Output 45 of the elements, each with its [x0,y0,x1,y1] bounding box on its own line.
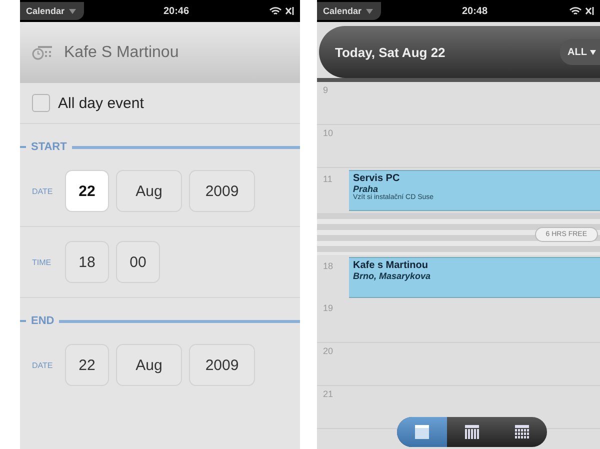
hour-label: 10 [323,128,334,140]
event-location: Brno, Masarykova [353,271,432,281]
hour-label: 21 [323,389,334,401]
event-title: Servis PC [353,173,401,184]
month-view-icon [514,424,530,440]
caret-icon [590,50,596,54]
no-signal-icon [585,6,594,16]
event-title-field[interactable]: Kafe S Martinou [64,44,179,62]
clock: 20:46 [163,6,190,16]
picker-field[interactable]: Aug [116,344,182,386]
picker-field[interactable]: 22 [65,170,109,212]
date-title: Today, Sat Aug 22 [335,44,446,60]
section-label: END [31,315,54,327]
event-location: Praha [353,184,378,194]
checkbox[interactable] [32,94,50,112]
hour-label: 9 [323,85,330,97]
picker-field[interactable]: Aug [116,170,182,212]
week-view-icon [464,424,480,440]
event-card[interactable]: Kafe s Martinou Brno, Masarykova [349,257,600,298]
section-label: START [31,141,67,153]
checkbox-label: All day event [58,94,144,112]
app-menu[interactable]: Calendar [20,2,84,20]
no-signal-icon [285,6,294,16]
picker-field[interactable]: 22 [65,344,109,386]
hour-label: 11 [323,173,334,186]
event-title: Kafe s Martinou [353,260,430,271]
hour-label: 18 [323,260,334,273]
clock-list-icon [32,44,54,60]
picker-field[interactable]: 2009 [189,344,255,386]
hour-label: 19 [323,303,334,315]
caret-icon [366,8,373,14]
picker-field[interactable]: 18 [65,241,109,283]
picker-field[interactable]: 2009 [189,170,255,212]
wifi-icon [569,6,582,16]
day-view-icon [414,424,430,440]
filter-button[interactable]: ALL [560,39,600,65]
app-menu[interactable]: Calendar [317,2,381,20]
picker-field[interactable]: 00 [116,241,160,283]
row-label: TIME [32,258,52,266]
hour-label: 20 [323,346,334,358]
caret-icon [68,8,76,14]
row-label: DATE [32,186,54,196]
wifi-icon [269,6,282,16]
row-label: DATE [32,360,54,370]
clock: 20:48 [462,6,488,16]
